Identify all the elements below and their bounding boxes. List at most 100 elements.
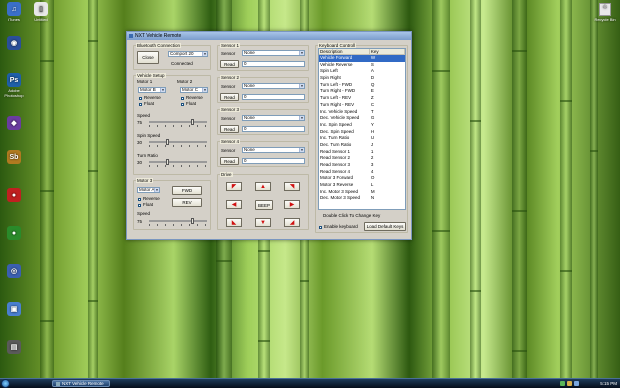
motor3-speed-value: 75 [137,219,143,224]
key-list-row[interactable]: Inc. Vehicle Speed T [319,109,405,116]
recycle-bin-desktop-icon[interactable]: ♲ Recycle Bin [594,3,616,22]
key-list-row[interactable]: Vehicle Forward W [319,55,405,62]
photoshop-desktop-icon[interactable]: Ps Adobe Photoshop [3,73,25,98]
recycle-bin-icon: ♲ [599,3,611,16]
checkbox-icon [181,97,184,100]
reverse-button[interactable]: ▼ [255,218,271,227]
motor2-reverse-checkbox[interactable]: Reverse [181,95,203,100]
key-list-row[interactable]: Spin Left A [319,68,405,75]
spin-right-button[interactable]: ▶ [284,200,300,209]
key-list-row[interactable]: Inc. Motor 3 Speed M [319,189,405,196]
taskbar-clock[interactable]: 5:15 PM [600,380,617,387]
sensor3-read-button[interactable]: Read [220,125,239,133]
sensor1-read-button[interactable]: Read [220,60,239,68]
turn-left-fwd-button[interactable]: ◤ [226,182,242,191]
sensor1-value-field[interactable]: 0 [242,61,305,67]
key-value-cell: W [370,55,376,60]
key-list-row[interactable]: Dec. Spin Speed H [319,129,405,136]
sb-desktop-icon[interactable]: Sb [3,150,25,165]
spin-left-button[interactable]: ◀ [226,200,242,209]
window-icon [56,381,60,386]
sensor1-title: Sensor 1 [220,43,241,48]
arrow-left-icon: ◀ [231,201,237,208]
beep-button[interactable]: BEEP [255,200,273,210]
key-mapping-list[interactable]: Description Key Vehicle Forward W Vehicle … [318,48,406,210]
turn-left-rev-button[interactable]: ◣ [226,218,242,227]
motor3-speed-slider[interactable] [149,218,207,226]
motor1-float-checkbox[interactable]: Float [139,101,154,106]
forward-button[interactable]: ▲ [255,182,271,191]
change-key-hint: Double Click To Change Key [323,213,381,218]
spin-speed-slider[interactable] [149,139,207,147]
turn-ratio-slider[interactable] [149,159,207,167]
sensor3-type-label: Sensor [221,116,236,121]
window-title: NXT Vehicle Remote [135,33,182,39]
chevron-down-icon: ▼ [299,51,304,55]
motor2-select[interactable]: Motor C ▼ [180,87,208,93]
key-list-row[interactable]: Turn Right - REV C [319,102,405,109]
key-list-row[interactable]: Motor 3 Forward O [319,175,405,182]
key-value-cell: 1 [370,148,374,154]
key-list-row[interactable]: Turn Right - FWD E [319,88,405,95]
close-connection-button[interactable]: Close [137,51,159,64]
key-list-row[interactable]: Vehicle Reverse S [319,62,405,69]
desktop-icon-6[interactable]: ● [3,188,25,203]
key-list-row[interactable]: Turn Left - FWD Q [319,82,405,89]
sensor2-value-field[interactable]: 0 [242,94,305,100]
comport-select[interactable]: Comport 20 ▼ [168,51,208,57]
motor3-rev-button[interactable]: REV [172,198,202,207]
tray-app-icon[interactable] [574,381,579,386]
key-list-row[interactable]: Inc. Spin Speed Y [319,122,405,129]
key-list-row[interactable]: Read Sensor 1 1 [319,149,405,156]
key-column-header[interactable]: Key [370,49,405,54]
turn-ratio-value: 30 [137,160,143,165]
key-list-row[interactable]: Dec. Turn Ratio J [319,142,405,149]
key-list-row[interactable]: Read Sensor 2 2 [319,155,405,162]
spin-speed-value: 30 [137,140,143,145]
title-bar[interactable]: NXT Vehicle Remote [127,32,411,40]
key-list-row[interactable]: Read Sensor 3 3 [319,162,405,169]
taskbar-task-nxt-remote[interactable]: NXT Vehicle Remote [52,380,110,387]
sensor4-value-field[interactable]: 0 [242,158,305,164]
sensor1-type-select[interactable]: None ▼ [242,50,305,56]
motor3-float-checkbox[interactable]: Float [138,202,153,207]
motor3-select[interactable]: Motor A ▼ [137,187,160,193]
desktop-icon-2[interactable]: ◉ [3,36,25,51]
load-default-keys-button[interactable]: Load Default Keys [364,222,406,231]
desktop-icon-9[interactable]: ▣ [3,302,25,317]
arrow-up-left-icon: ◤ [231,183,237,190]
key-list-row[interactable]: Spin Right D [319,75,405,82]
key-list-row[interactable]: Read Sensor 4 4 [319,169,405,176]
tray-volume-icon[interactable] [567,381,572,386]
desktop-icon-7[interactable]: ● [3,226,25,241]
itunes-desktop-icon[interactable]: ♫ iTunes [3,2,25,22]
key-list-row[interactable]: Dec. Vehicle Speed G [319,115,405,122]
turn-right-fwd-button[interactable]: ◥ [284,182,300,191]
tray-network-icon[interactable] [560,381,565,386]
motor3-fwd-button[interactable]: FWD [172,186,202,195]
enable-keyboard-checkbox[interactable]: Enable keyboard [319,224,358,229]
speed-slider[interactable] [149,119,207,127]
desktop-icon-4[interactable]: ◆ [3,116,25,131]
key-list-row[interactable]: Motor 3 Reverse L [319,182,405,189]
motor3-reverse-checkbox[interactable]: Reverse [138,196,160,201]
key-list-row[interactable]: Inc. Turn Ratio U [319,135,405,142]
untitled-desktop-icon[interactable]: ▯ Untitled [30,2,52,22]
motor1-reverse-checkbox[interactable]: Reverse [139,95,161,100]
description-column-header[interactable]: Description [319,49,370,54]
turn-right-rev-button[interactable]: ◢ [284,218,300,227]
sensor4-type-select[interactable]: None ▼ [242,147,305,153]
sensor3-value-field[interactable]: 0 [242,126,305,132]
motor2-float-checkbox[interactable]: Float [181,101,196,106]
sensor4-title: Sensor 4 [220,139,241,144]
key-list-row[interactable]: Turn Left - REV Z [319,95,405,102]
desktop-icon-8[interactable]: ◎ [3,264,25,279]
sensor2-read-button[interactable]: Read [220,93,239,101]
sensor4-read-button[interactable]: Read [220,157,239,165]
desktop-icon-10[interactable]: ▤ [3,340,25,355]
sensor2-type-select[interactable]: None ▼ [242,83,305,89]
motor1-select[interactable]: Motor B ▼ [138,87,166,93]
key-list-row[interactable]: Dec. Motor 3 Speed N [319,195,405,202]
start-button[interactable] [1,379,10,388]
sensor3-type-select[interactable]: None ▼ [242,115,305,121]
